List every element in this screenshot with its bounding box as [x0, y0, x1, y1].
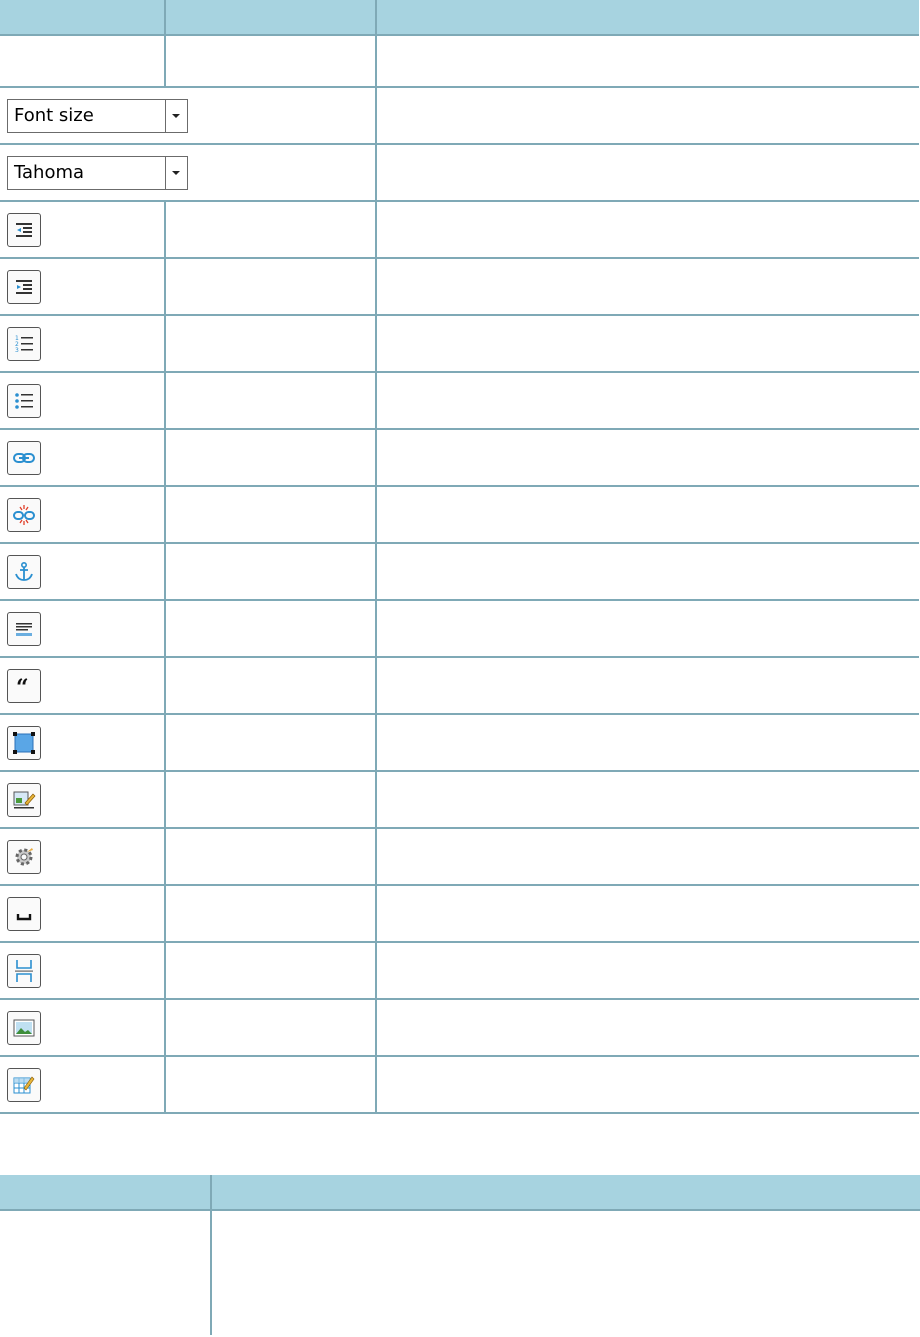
header-cell-1: [0, 0, 166, 36]
table-row: [0, 600, 919, 658]
outdent-icon: [16, 222, 32, 237]
properties-button[interactable]: [7, 839, 41, 874]
table-row: [0, 486, 919, 544]
chevron-down-icon[interactable]: [164, 155, 188, 190]
font-family-select[interactable]: Tahoma: [7, 155, 188, 190]
table-row: [0, 942, 919, 1000]
table-row: 1 2 3: [0, 315, 919, 373]
table-header-row: [0, 0, 919, 36]
svg-text:3: 3: [15, 347, 19, 354]
edit-image-button[interactable]: [7, 782, 41, 817]
table-row: [0, 1210, 920, 1335]
indent-button[interactable]: [7, 269, 41, 304]
header-cell-1: [0, 1175, 212, 1211]
table-properties-icon: [13, 1076, 35, 1093]
blockquote-icon: “: [16, 675, 29, 697]
link-button[interactable]: [7, 440, 41, 475]
image-button[interactable]: [7, 1010, 41, 1045]
non-breaking-space-icon: [16, 913, 32, 920]
non-breaking-space-button[interactable]: [7, 896, 41, 931]
table-row: [0, 201, 919, 259]
font-family-value: Tahoma: [7, 155, 165, 190]
page-break-icon: [15, 959, 33, 982]
div-container-icon: [13, 731, 35, 754]
blockquote-button[interactable]: “: [7, 668, 41, 703]
numbered-list-icon: 1 2 3: [15, 335, 33, 354]
table-row: “: [0, 657, 919, 715]
link-icon: [13, 452, 35, 463]
toolbar-buttons-table: Font size Tahoma 1 2 3 “: [0, 0, 919, 1114]
svg-text:“: “: [16, 675, 29, 697]
second-table: [0, 1175, 920, 1335]
unlink-button[interactable]: [7, 497, 41, 532]
align-icon: [16, 622, 32, 636]
header-cell-3: [376, 0, 919, 36]
table-row: [0, 429, 919, 487]
bulleted-list-button[interactable]: [7, 383, 41, 418]
bulleted-list-icon: [15, 392, 33, 409]
table-row: [0, 714, 919, 772]
table-properties-button[interactable]: [7, 1067, 41, 1102]
numbered-list-button[interactable]: 1 2 3: [7, 326, 41, 361]
table-row: [0, 372, 919, 430]
properties-gear-icon: [15, 847, 33, 865]
table-row: [0, 999, 919, 1057]
header-cell-2: [211, 1175, 920, 1211]
outdent-button[interactable]: [7, 212, 41, 247]
table-row: [0, 258, 919, 316]
table-header-row: [0, 1175, 920, 1211]
indent-icon: [16, 279, 32, 294]
table-row: [0, 885, 919, 943]
header-cell-2: [165, 0, 377, 36]
anchor-icon: [15, 561, 33, 581]
page-break-button[interactable]: [7, 953, 41, 988]
font-size-value: Font size: [7, 98, 165, 133]
table-row: [0, 543, 919, 601]
chevron-down-icon[interactable]: [164, 98, 188, 133]
table-row: Font size: [0, 87, 919, 145]
edit-image-icon: [13, 791, 36, 808]
table-row: [0, 35, 919, 88]
div-container-button[interactable]: [7, 725, 41, 760]
anchor-button[interactable]: [7, 554, 41, 589]
unlink-icon: [13, 504, 35, 525]
table-row: [0, 771, 919, 829]
table-row: [0, 1056, 919, 1114]
table-row: [0, 828, 919, 886]
font-size-select[interactable]: Font size: [7, 98, 188, 133]
table-row: Tahoma: [0, 144, 919, 202]
align-button[interactable]: [7, 611, 41, 646]
image-icon: [13, 1019, 35, 1036]
